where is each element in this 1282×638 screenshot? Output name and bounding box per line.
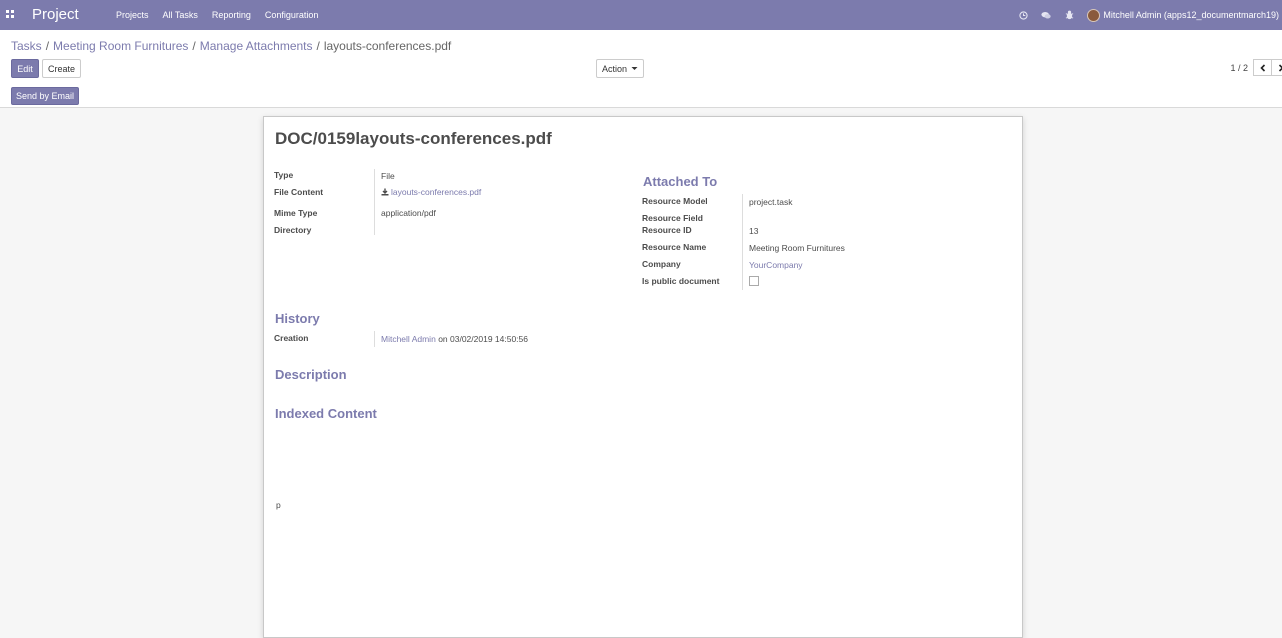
directory-label: Directory (274, 225, 311, 235)
field-divider (374, 169, 375, 235)
chat-icon[interactable] (1041, 10, 1051, 20)
file-content-label: File Content (274, 187, 323, 197)
chevron-left-icon (1260, 64, 1266, 72)
pager-value[interactable]: 1 / 2 (1230, 63, 1248, 73)
menu-reporting[interactable]: Reporting (212, 10, 251, 20)
attached-to-heading: Attached To (643, 174, 717, 189)
resource-model-value: project.task (749, 197, 792, 207)
history-heading: History (275, 311, 320, 326)
mime-type-value: application/pdf (381, 208, 436, 218)
bug-icon[interactable] (1064, 10, 1074, 20)
download-icon (381, 188, 389, 196)
file-content-link[interactable]: layouts-conferences.pdf (391, 187, 481, 197)
form-statusbar: Send by Email (0, 85, 1282, 108)
pager-previous[interactable] (1253, 59, 1272, 76)
pager-next[interactable] (1271, 59, 1282, 76)
mime-type-label: Mime Type (274, 208, 317, 218)
breadcrumb-separator: / (317, 39, 320, 53)
creation-date: on 03/02/2019 14:50:56 (438, 334, 528, 344)
form-sheet: DOC/0159layouts-conferences.pdf Type Fil… (263, 116, 1023, 638)
company-link[interactable]: YourCompany (749, 260, 803, 270)
record-title: DOC/0159layouts-conferences.pdf (275, 129, 552, 149)
caret-down-icon (631, 66, 638, 71)
creation-user-link[interactable]: Mitchell Admin (381, 334, 436, 344)
action-label: Action (602, 64, 627, 74)
resource-name-label: Resource Name (642, 242, 706, 252)
breadcrumb-tasks[interactable]: Tasks (11, 39, 42, 53)
company-label: Company (642, 259, 681, 269)
resource-id-label: Resource ID (642, 225, 692, 235)
breadcrumb-separator: / (192, 39, 195, 53)
resource-field-label: Resource Field (642, 213, 703, 223)
indexed-content-text: p (276, 500, 281, 510)
type-value: File (381, 171, 395, 181)
menu-projects[interactable]: Projects (116, 10, 149, 20)
description-heading: Description (275, 367, 347, 382)
resource-id-value: 13 (749, 226, 758, 236)
action-dropdown[interactable]: Action (596, 59, 644, 78)
file-content-field[interactable]: layouts-conferences.pdf (381, 187, 481, 197)
breadcrumb-current: layouts-conferences.pdf (324, 39, 451, 53)
breadcrumb-task[interactable]: Meeting Room Furnitures (53, 39, 188, 53)
breadcrumb-attachments[interactable]: Manage Attachments (200, 39, 313, 53)
control-panel: Tasks / Meeting Room Furnitures / Manage Att… (0, 30, 1282, 86)
is-public-checkbox[interactable] (749, 276, 759, 286)
main-menu: Projects All Tasks Reporting Configurati… (116, 10, 332, 20)
creation-value: Mitchell Admin on 03/02/2019 14:50:56 (381, 334, 528, 344)
menu-all-tasks[interactable]: All Tasks (163, 10, 198, 20)
send-by-email-button[interactable]: Send by Email (11, 87, 79, 105)
resource-model-label: Resource Model (642, 196, 708, 206)
menu-configuration[interactable]: Configuration (265, 10, 319, 20)
app-brand[interactable]: Project (32, 6, 79, 23)
resource-name-value: Meeting Room Furnitures (749, 243, 845, 253)
field-divider (374, 331, 375, 347)
breadcrumb-separator: / (46, 39, 49, 53)
create-button[interactable]: Create (42, 59, 81, 78)
type-label: Type (274, 170, 293, 180)
creation-label: Creation (274, 333, 308, 343)
breadcrumb: Tasks / Meeting Room Furnitures / Manage Att… (11, 39, 451, 53)
user-menu[interactable]: Mitchell Admin (apps12_documentmarch19) (1103, 10, 1279, 20)
is-public-label: Is public document (642, 276, 719, 286)
clock-icon[interactable] (1018, 10, 1028, 20)
indexed-content-heading: Indexed Content (275, 406, 377, 421)
top-navbar: Project Projects All Tasks Reporting Con… (0, 0, 1282, 30)
user-avatar[interactable] (1087, 9, 1100, 22)
field-divider (742, 194, 743, 290)
systray: Mitchell Admin (apps12_documentmarch19) (1018, 0, 1282, 30)
chevron-right-icon (1278, 64, 1282, 72)
apps-menu-icon[interactable] (6, 10, 15, 19)
edit-button[interactable]: Edit (11, 59, 39, 78)
